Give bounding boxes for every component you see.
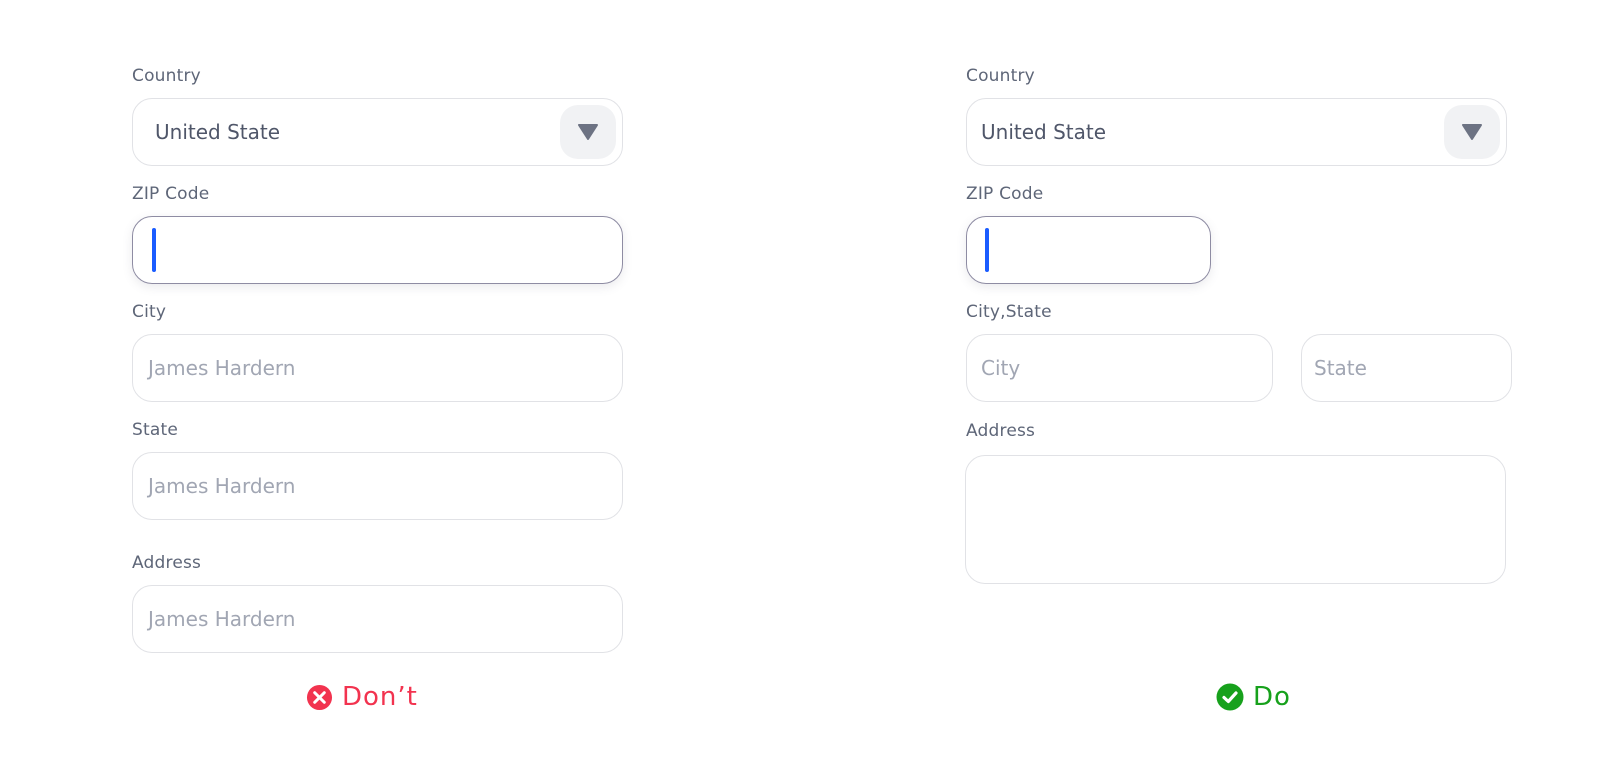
text-caret: [985, 228, 989, 272]
address-textarea[interactable]: [965, 455, 1506, 584]
city-state-label: City,State: [966, 302, 1052, 322]
country-label: Country: [132, 66, 201, 86]
state-placeholder: State: [1314, 356, 1367, 380]
country-label: Country: [966, 66, 1035, 86]
country-dropdown-button[interactable]: [560, 105, 616, 159]
country-select[interactable]: United State: [132, 98, 623, 166]
address-label: Address: [966, 421, 1036, 441]
country-dropdown-button[interactable]: [1444, 105, 1500, 159]
state-input-value: James Hardern: [148, 474, 296, 498]
text-caret: [152, 228, 156, 272]
do-example-panel: Country United State ZIP Code City,State…: [800, 0, 1600, 762]
dont-verdict: Don’t: [306, 682, 418, 712]
chevron-down-icon: [1462, 124, 1482, 140]
city-input-value: James Hardern: [148, 356, 296, 380]
city-input[interactable]: James Hardern: [132, 334, 623, 402]
state-input[interactable]: James Hardern: [132, 452, 623, 520]
dont-example-panel: Country United State ZIP Code City James…: [0, 0, 800, 762]
do-verdict-text: Do: [1253, 682, 1291, 712]
x-circle-icon: [306, 684, 333, 710]
state-input[interactable]: State: [1301, 334, 1512, 402]
do-verdict: Do: [1216, 682, 1291, 712]
country-select[interactable]: United State: [966, 98, 1507, 166]
city-placeholder: City: [981, 356, 1021, 380]
chevron-down-icon: [578, 124, 598, 140]
address-label: Address: [132, 553, 202, 573]
city-input[interactable]: City: [966, 334, 1273, 402]
country-selected-value: United State: [155, 120, 281, 144]
state-label: State: [132, 420, 178, 440]
zip-code-label: ZIP Code: [132, 184, 210, 204]
address-input[interactable]: James Hardern: [132, 585, 623, 653]
zip-code-input[interactable]: [132, 216, 623, 284]
city-label: City: [132, 302, 167, 322]
zip-code-label: ZIP Code: [966, 184, 1044, 204]
check-circle-icon: [1216, 683, 1244, 711]
address-input-value: James Hardern: [148, 607, 296, 631]
country-selected-value: United State: [981, 120, 1107, 144]
zip-code-input[interactable]: [966, 216, 1211, 284]
dont-verdict-text: Don’t: [342, 682, 418, 712]
